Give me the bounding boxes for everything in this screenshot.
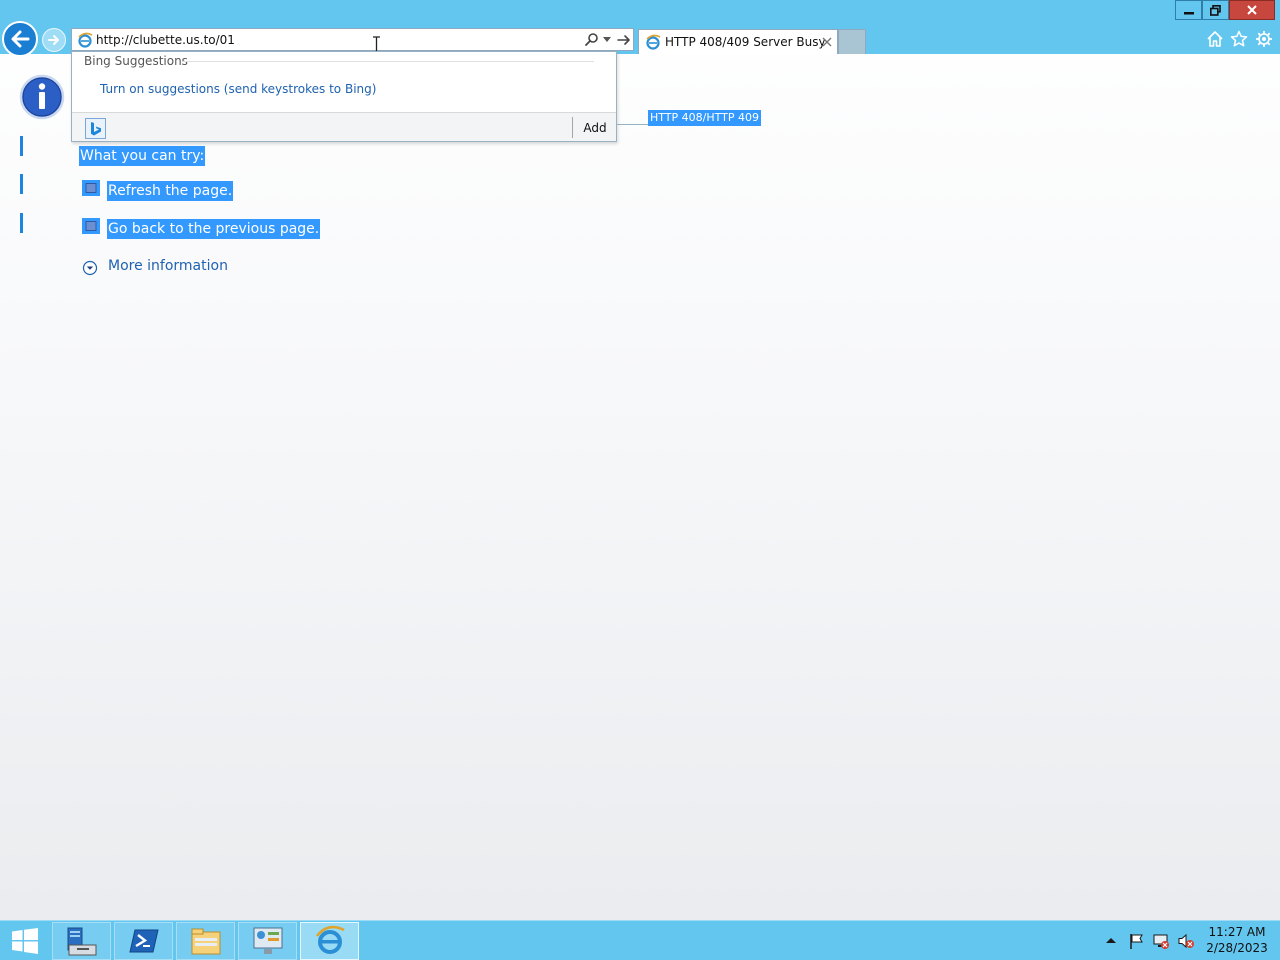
address-suggestions-dropdown: Bing Suggestions Turn on suggestions (se… <box>71 51 617 142</box>
flag-icon[interactable] <box>1128 932 1146 950</box>
network-icon[interactable] <box>1152 932 1170 950</box>
taskbar-internet-explorer[interactable] <box>300 922 359 960</box>
address-input[interactable] <box>96 31 576 49</box>
what-you-can-try-heading: What you can try: <box>79 146 206 166</box>
dropdown-arrow-icon[interactable] <box>603 37 611 43</box>
back-arrow-icon <box>11 30 30 48</box>
taskbar-file-explorer[interactable] <box>176 922 235 960</box>
turn-on-suggestions-link[interactable]: Turn on suggestions (send keystrokes to … <box>100 82 376 96</box>
divider <box>617 124 649 125</box>
taskbar-powershell[interactable] <box>114 922 173 960</box>
powershell-icon <box>128 929 159 953</box>
server-manager-icon <box>67 927 96 956</box>
taskbar-control-panel[interactable] <box>238 922 297 960</box>
taskbar-server-manager[interactable] <box>52 922 111 960</box>
file-explorer-icon <box>191 928 220 955</box>
ie-icon <box>646 34 661 50</box>
more-information-link[interactable]: More information <box>108 258 228 274</box>
start-button[interactable] <box>0 921 50 960</box>
selection-margin-marker <box>20 213 23 233</box>
clock-date: 2/28/2023 <box>1206 941 1268 955</box>
info-icon <box>19 74 65 120</box>
selection-margin-marker <box>20 174 23 194</box>
restore-icon <box>1210 4 1221 16</box>
speaker-muted-icon[interactable] <box>1177 932 1195 950</box>
go-arrow-icon[interactable] <box>616 32 632 48</box>
selection-margin-marker <box>20 136 23 156</box>
minimize-icon <box>1183 12 1194 15</box>
tab-server-busy[interactable]: HTTP 408/409 Server Busy <box>638 29 838 54</box>
restore-button[interactable] <box>1202 0 1229 20</box>
bullet-icon <box>82 180 100 196</box>
bing-icon <box>90 121 101 135</box>
ie-icon <box>78 32 93 48</box>
show-hidden-icons-icon[interactable] <box>1104 934 1118 948</box>
taskbar: 11:27 AM 2/28/2023 <box>0 920 1280 960</box>
suggestions-footer: Add <box>72 112 616 141</box>
suggestions-header: Bing Suggestions <box>84 54 188 68</box>
settings-gear-icon[interactable] <box>1255 30 1273 48</box>
expand-chevron-icon[interactable] <box>82 260 98 276</box>
internet-explorer-icon <box>315 925 345 954</box>
control-panel-icon <box>253 927 282 954</box>
search-icon[interactable] <box>584 32 600 48</box>
forward-arrow-icon <box>48 35 59 45</box>
address-bar[interactable] <box>71 28 634 51</box>
home-icon[interactable] <box>1206 30 1224 48</box>
minimize-button[interactable] <box>1175 0 1202 20</box>
close-icon[interactable] <box>821 36 833 48</box>
go-back-item: Go back to the previous page. <box>107 219 321 239</box>
refresh-page-item: Refresh the page. <box>107 181 234 201</box>
divider <box>182 61 594 62</box>
add-provider-button[interactable]: Add <box>577 118 613 138</box>
error-code-text: HTTP 408/HTTP 409 <box>648 110 761 126</box>
close-icon <box>1247 5 1257 15</box>
favorites-star-icon[interactable] <box>1230 30 1248 48</box>
windows-logo-icon <box>12 928 38 954</box>
divider <box>572 117 573 138</box>
taskbar-clock[interactable]: 11:27 AM 2/28/2023 <box>1200 924 1274 956</box>
clock-time: 11:27 AM <box>1208 925 1266 939</box>
tab-label: HTTP 408/409 Server Busy <box>665 35 826 49</box>
browser-toolbar: HTTP 408/409 Server Busy <box>0 0 1280 57</box>
back-button[interactable] <box>2 21 38 57</box>
window-controls <box>1175 0 1275 20</box>
bing-search-provider[interactable] <box>85 118 106 139</box>
new-tab-button[interactable] <box>838 29 866 54</box>
close-window-button[interactable] <box>1229 0 1275 20</box>
forward-button[interactable] <box>42 28 66 52</box>
bullet-icon <box>82 218 100 234</box>
